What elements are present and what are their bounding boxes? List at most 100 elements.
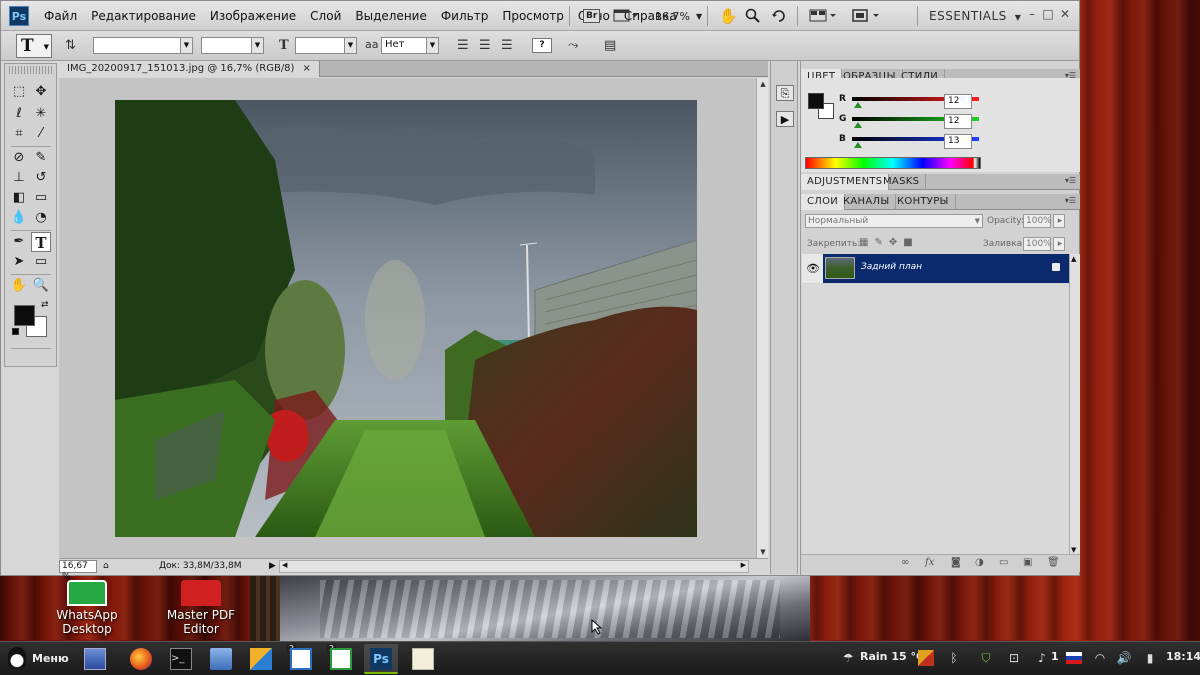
fill-input[interactable]: 100% bbox=[1023, 237, 1052, 251]
zoom-tool-button[interactable] bbox=[745, 6, 761, 26]
history-brush-tool[interactable]: ↺ bbox=[31, 168, 51, 188]
align-left-button[interactable]: ☰ bbox=[457, 38, 469, 53]
font-size-select[interactable]: ▼ bbox=[295, 37, 357, 54]
panel-menu-icon[interactable]: ▾☰ bbox=[1065, 196, 1076, 205]
lock-position-icon[interactable]: ✥ bbox=[889, 237, 903, 248]
weather-icon[interactable]: ☂ bbox=[840, 650, 856, 666]
default-colors-icon[interactable] bbox=[12, 328, 19, 335]
zoom-level-dropdown[interactable]: 16,7% ▼ bbox=[655, 6, 702, 26]
document-horizontal-scrollbar[interactable]: ◀ ▶ bbox=[279, 560, 749, 573]
adjustment-layer-icon[interactable]: ◑ bbox=[975, 557, 984, 568]
rotate-view-button[interactable] bbox=[771, 6, 787, 26]
taskbar-media-app[interactable] bbox=[244, 644, 278, 674]
tab-channels[interactable]: КАНАЛЫ bbox=[837, 194, 897, 210]
taskbar-file-manager[interactable] bbox=[204, 644, 238, 674]
blur-tool[interactable]: 💧 bbox=[9, 208, 29, 228]
healing-brush-tool[interactable]: ⊘ bbox=[9, 148, 29, 168]
shape-tool[interactable]: ▭ bbox=[31, 252, 51, 272]
keyboard-layout-flag-icon[interactable] bbox=[1066, 652, 1082, 664]
scroll-up-icon[interactable]: ▲ bbox=[1071, 255, 1076, 263]
taskbar-photoshop[interactable]: Ps bbox=[364, 644, 398, 674]
status-menu-icon[interactable]: ⌂ bbox=[103, 561, 109, 571]
swap-colors-icon[interactable]: ⇄ bbox=[41, 300, 49, 310]
opacity-input[interactable]: 100% bbox=[1023, 214, 1052, 228]
scroll-right-icon[interactable]: ▶ bbox=[741, 561, 746, 569]
lasso-tool[interactable]: ℓ bbox=[9, 104, 29, 124]
panel-grip[interactable] bbox=[9, 66, 52, 74]
fill-arrow-icon[interactable]: ▸ bbox=[1053, 237, 1065, 251]
lock-pixels-icon[interactable]: ✎ bbox=[874, 237, 888, 248]
layers-scrollbar[interactable]: ▲ ▼ bbox=[1069, 254, 1080, 555]
menu-layer[interactable]: Слой bbox=[303, 9, 348, 23]
clock[interactable]: 18:14 bbox=[1166, 650, 1200, 663]
maximize-button[interactable]: □ bbox=[1041, 7, 1055, 21]
new-group-icon[interactable]: ▭ bbox=[999, 557, 1008, 568]
layers-list-area[interactable] bbox=[802, 284, 1069, 554]
red-value-input[interactable]: 12 bbox=[944, 94, 972, 109]
dodge-tool[interactable]: ◔ bbox=[31, 208, 51, 228]
layer-style-icon[interactable]: fx bbox=[925, 557, 934, 568]
slider-knob[interactable] bbox=[853, 122, 862, 128]
history-panel-icon[interactable]: ⎘ bbox=[776, 85, 794, 101]
slider-knob[interactable] bbox=[853, 102, 862, 108]
text-color-swatch[interactable]: ? bbox=[532, 38, 552, 53]
tray-app-icon[interactable] bbox=[918, 650, 934, 666]
hand-tool-button[interactable]: ✋ bbox=[719, 6, 738, 26]
tool-preset-picker[interactable]: T ▼ bbox=[16, 34, 52, 58]
link-layers-icon[interactable]: ∞ bbox=[901, 557, 909, 568]
menu-file[interactable]: Файл bbox=[37, 9, 84, 23]
taskbar-text-editor[interactable] bbox=[406, 644, 440, 674]
bluetooth-icon[interactable]: ᛒ bbox=[946, 650, 962, 666]
clone-stamp-tool[interactable]: ⊥ bbox=[9, 168, 29, 188]
text-orientation-button[interactable]: ⇅ bbox=[65, 38, 76, 53]
move-tool[interactable]: ✥ bbox=[31, 82, 51, 102]
document-tab[interactable]: IMG_20200917_151013.jpg @ 16,7% (RGB/8) × bbox=[59, 61, 320, 77]
character-panel-button[interactable]: ▤ bbox=[604, 38, 616, 53]
bridge-button[interactable]: Br bbox=[583, 6, 601, 26]
desktop-icon-whatsapp[interactable]: WhatsApp Desktop bbox=[52, 580, 122, 636]
menu-edit[interactable]: Редактирование bbox=[84, 9, 203, 23]
desktop-icon-master-pdf[interactable]: Master PDF Editor bbox=[148, 580, 254, 636]
zoom-percent-field[interactable]: 16,67 % bbox=[59, 560, 97, 582]
marquee-tool[interactable]: ⬚ bbox=[9, 82, 29, 102]
taskbar-firefox[interactable] bbox=[124, 644, 158, 674]
weather-text[interactable]: Rain 15 °C bbox=[860, 650, 924, 663]
pen-tool[interactable]: ✒ bbox=[9, 232, 29, 252]
menu-view[interactable]: Просмотр bbox=[495, 9, 571, 23]
taskbar-terminal[interactable]: >_ bbox=[164, 644, 198, 674]
menu-image[interactable]: Изображение bbox=[203, 9, 303, 23]
green-value-input[interactable]: 12 bbox=[944, 114, 972, 129]
taskbar-show-desktop[interactable] bbox=[78, 644, 112, 674]
font-family-select[interactable]: ▼ bbox=[93, 37, 193, 54]
extras-button[interactable] bbox=[613, 6, 639, 26]
document-canvas[interactable] bbox=[59, 78, 756, 558]
crop-tool[interactable]: ⌗ bbox=[9, 124, 29, 144]
eyedropper-tool[interactable]: ⁄ bbox=[31, 124, 51, 144]
scroll-up-icon[interactable]: ▲ bbox=[758, 79, 768, 89]
new-layer-icon[interactable]: ▣ bbox=[1023, 557, 1032, 568]
scroll-down-icon[interactable]: ▼ bbox=[758, 547, 768, 557]
actions-panel-icon[interactable]: ▶ bbox=[776, 111, 794, 127]
layer-row[interactable]: 👁 Задний план bbox=[802, 254, 1078, 283]
menu-filter[interactable]: Фильтр bbox=[434, 9, 495, 23]
visibility-eye-icon[interactable]: 👁 bbox=[806, 262, 820, 275]
add-mask-icon[interactable]: ◙ bbox=[951, 557, 961, 568]
close-window-button[interactable]: ✕ bbox=[1058, 7, 1072, 21]
screen-mode-button[interactable] bbox=[851, 6, 881, 26]
start-menu-button[interactable]: Меню bbox=[8, 647, 69, 669]
magic-wand-tool[interactable]: ✳ bbox=[31, 104, 51, 124]
arrange-documents-button[interactable] bbox=[809, 6, 837, 26]
gradient-tool[interactable]: ▭ bbox=[31, 188, 51, 208]
scroll-left-icon[interactable]: ◀ bbox=[282, 561, 287, 569]
zoom-tool[interactable]: 🔍 bbox=[31, 276, 51, 296]
battery-icon[interactable]: ▮ bbox=[1142, 650, 1158, 666]
trash-icon[interactable]: 🗑 bbox=[1047, 557, 1060, 568]
slider-knob[interactable] bbox=[854, 142, 863, 148]
font-style-select[interactable]: ▼ bbox=[201, 37, 264, 54]
opacity-arrow-icon[interactable]: ▸ bbox=[1053, 214, 1065, 228]
notifications-icon[interactable]: ♪ bbox=[1034, 650, 1050, 666]
shield-icon[interactable]: ⛉ bbox=[978, 650, 994, 666]
foreground-color-swatch[interactable] bbox=[808, 93, 824, 109]
minimize-button[interactable]: – bbox=[1025, 7, 1039, 21]
lock-options[interactable]: ▦✎✥■ bbox=[859, 237, 919, 248]
